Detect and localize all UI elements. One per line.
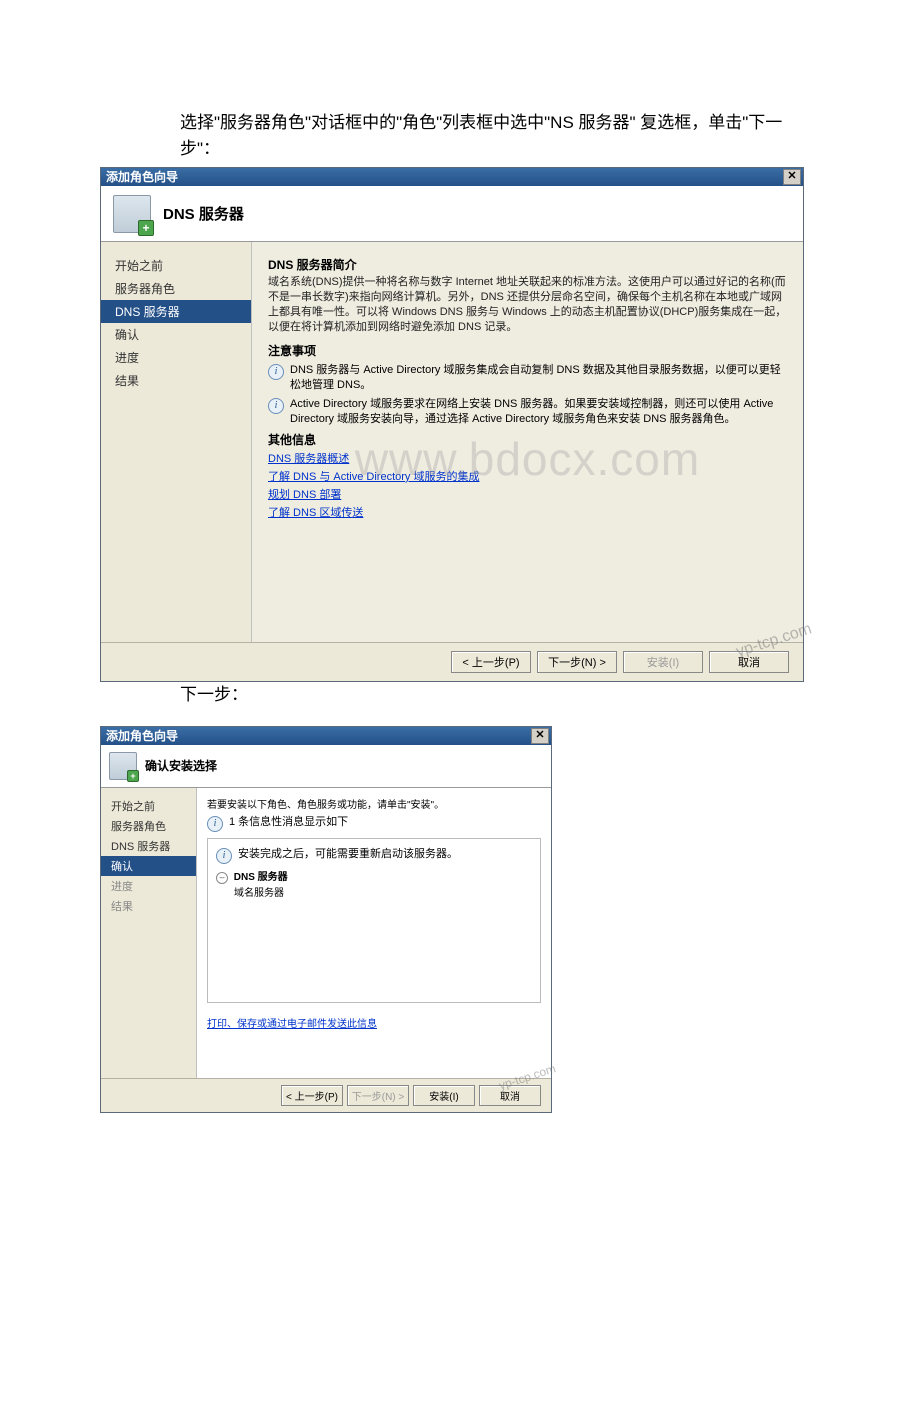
- confirm-box: i 安装完成之后，可能需要重新启动该服务器。 – DNS 服务器 域名服务器: [207, 838, 541, 1003]
- wizard-content: 若要安装以下角色、角色服务或功能，请单击"安装"。 i 1 条信息性消息显示如下…: [197, 788, 551, 1078]
- close-button[interactable]: ✕: [783, 169, 801, 185]
- dialog-header: 确认安装选择: [101, 745, 551, 788]
- server-icon: [109, 752, 137, 780]
- dialog-header: DNS 服务器: [101, 186, 803, 242]
- role-name: DNS 服务器: [234, 872, 288, 883]
- sidebar-item-confirm[interactable]: 确认: [101, 856, 196, 876]
- role-sub: 域名服务器: [234, 884, 532, 899]
- instruction-text-2: 下一步：: [180, 682, 820, 708]
- server-icon: [113, 195, 151, 233]
- sidebar-item-before-start[interactable]: 开始之前: [101, 796, 196, 816]
- link-dns-zone-transfer[interactable]: 了解 DNS 区域传送: [268, 504, 787, 520]
- wizard-sidebar: 开始之前 服务器角色 DNS 服务器 确认 进度 结果: [101, 788, 197, 1078]
- info-links: DNS 服务器概述 了解 DNS 与 Active Directory 域服务的…: [268, 450, 787, 520]
- sidebar-item-result: 结果: [101, 896, 196, 916]
- collapse-icon[interactable]: –: [216, 872, 228, 884]
- sidebar-item-dns-server[interactable]: DNS 服务器: [101, 836, 196, 856]
- notes-heading: 注意事项: [268, 342, 787, 359]
- titlebar: 添加角色向导 ✕: [101, 168, 803, 186]
- note-item-1: i DNS 服务器与 Active Directory 域服务集成会自动复制 D…: [268, 363, 787, 393]
- titlebar: 添加角色向导 ✕: [101, 727, 551, 745]
- link-dns-ad-integration[interactable]: 了解 DNS 与 Active Directory 域服务的集成: [268, 468, 787, 484]
- close-button[interactable]: ✕: [531, 728, 549, 744]
- dialog-header-title: 确认安装选择: [145, 757, 217, 774]
- dialog-title: 添加角色向导: [106, 727, 178, 745]
- wizard-content: DNS 服务器简介 域名系统(DNS)提供一种将名称与数字 Internet 地…: [252, 242, 803, 642]
- confirm-text: 若要安装以下角色、角色服务或功能，请单击"安装"。: [207, 796, 541, 811]
- link-dns-overview[interactable]: DNS 服务器概述: [268, 450, 787, 466]
- messages-count-text: 1 条信息性消息显示如下: [229, 815, 348, 832]
- install-button: 安装(I): [623, 651, 703, 673]
- other-info-heading: 其他信息: [268, 431, 787, 448]
- sidebar-item-result[interactable]: 结果: [101, 369, 251, 392]
- info-icon: i: [216, 848, 232, 864]
- cancel-button[interactable]: 取消: [479, 1085, 541, 1106]
- intro-body: 域名系统(DNS)提供一种将名称与数字 Internet 地址关联起来的标准方法…: [268, 275, 787, 334]
- sidebar-item-confirm[interactable]: 确认: [101, 323, 251, 346]
- button-row: < 上一步(P) 下一步(N) > 安装(I) 取消: [101, 1078, 551, 1112]
- cancel-button[interactable]: 取消: [709, 651, 789, 673]
- button-row: < 上一步(P) 下一步(N) > 安装(I) 取消: [101, 642, 803, 681]
- note-text: DNS 服务器与 Active Directory 域服务集成会自动复制 DNS…: [290, 363, 787, 393]
- add-role-wizard-dialog-2: 添加角色向导 ✕ 确认安装选择 开始之前 服务器角色 DNS 服务器 确认 进度…: [100, 726, 552, 1113]
- info-icon: i: [207, 816, 223, 832]
- info-icon: i: [268, 398, 284, 414]
- info-icon: i: [268, 364, 284, 380]
- note-item-2: i Active Directory 域服务要求在网络上安装 DNS 服务器。如…: [268, 397, 787, 427]
- sidebar-item-dns-server[interactable]: DNS 服务器: [101, 300, 251, 323]
- wizard-sidebar: 开始之前 服务器角色 DNS 服务器 确认 进度 结果: [101, 242, 252, 642]
- sidebar-item-progress[interactable]: 进度: [101, 346, 251, 369]
- previous-button[interactable]: < 上一步(P): [281, 1085, 343, 1106]
- note-text: Active Directory 域服务要求在网络上安装 DNS 服务器。如果要…: [290, 397, 787, 427]
- next-button: 下一步(N) >: [347, 1085, 409, 1106]
- dialog-header-title: DNS 服务器: [163, 203, 244, 224]
- sidebar-item-progress: 进度: [101, 876, 196, 896]
- instruction-text-1: 选择"服务器角色"对话框中的"角色"列表框中选中"NS 服务器" 复选框，单击"…: [180, 110, 820, 161]
- dialog-title: 添加角色向导: [106, 168, 178, 186]
- restart-warning: 安装完成之后，可能需要重新启动该服务器。: [238, 847, 458, 864]
- print-save-email-link[interactable]: 打印、保存或通过电子邮件发送此信息: [207, 1015, 377, 1030]
- sidebar-item-before-start[interactable]: 开始之前: [101, 254, 251, 277]
- link-plan-dns[interactable]: 规划 DNS 部署: [268, 486, 787, 502]
- next-button[interactable]: 下一步(N) >: [537, 651, 617, 673]
- sidebar-item-server-roles[interactable]: 服务器角色: [101, 277, 251, 300]
- intro-heading: DNS 服务器简介: [268, 256, 787, 273]
- add-role-wizard-dialog-1: 添加角色向导 ✕ DNS 服务器 开始之前 服务器角色 DNS 服务器 确认 进…: [100, 167, 804, 682]
- sidebar-item-server-roles[interactable]: 服务器角色: [101, 816, 196, 836]
- install-button[interactable]: 安装(I): [413, 1085, 475, 1106]
- previous-button[interactable]: < 上一步(P): [451, 651, 531, 673]
